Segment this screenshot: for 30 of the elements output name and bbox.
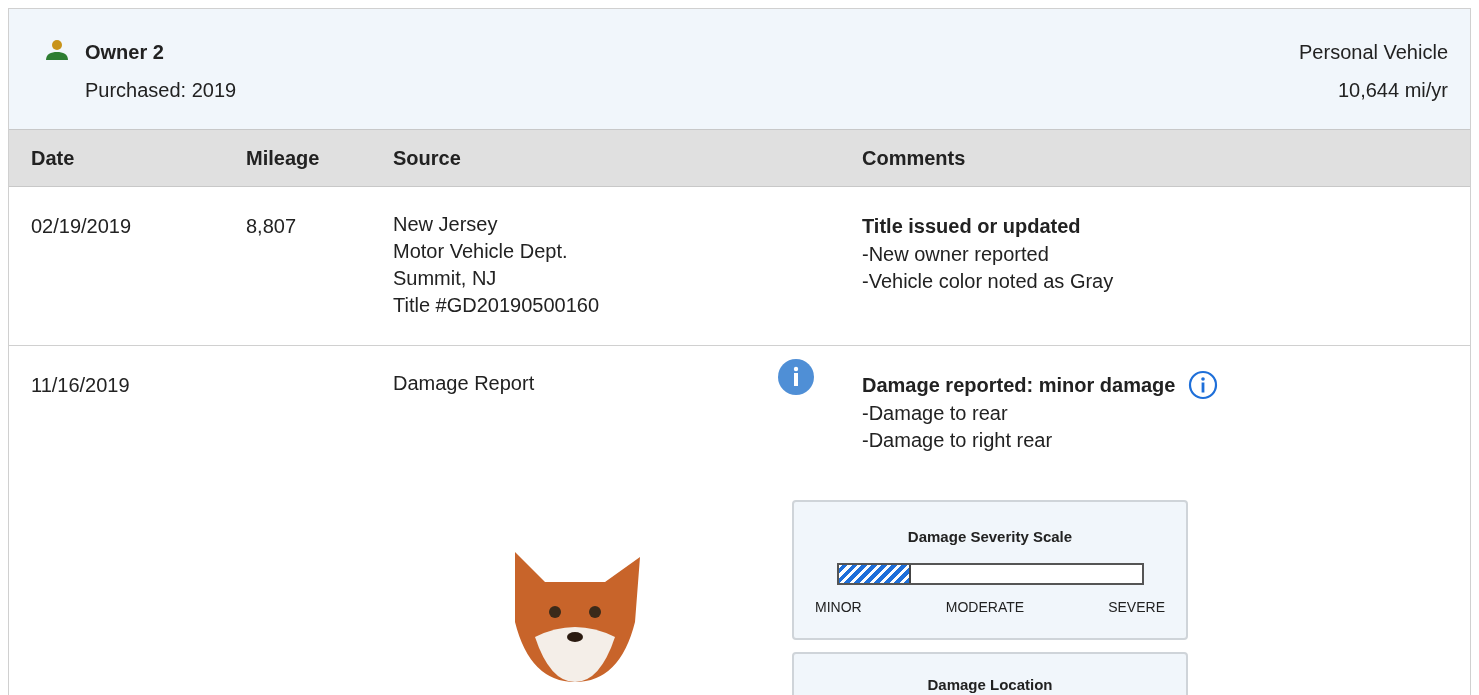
table-cell-text: 02/19/2019: [31, 214, 133, 239]
column-header: Comments: [862, 146, 967, 171]
source-line: Summit, NJ: [393, 266, 498, 291]
table-cell-text: 11/16/2019: [31, 373, 131, 398]
owner-name: Owner 2: [85, 40, 165, 65]
card-title: Damage Location: [927, 674, 1053, 695]
comment-detail: -New owner reported: [862, 242, 1050, 267]
card-title: Damage Severity Scale: [907, 527, 1073, 547]
info-icon[interactable]: [1188, 370, 1219, 400]
scale-label: MODERATE: [945, 597, 1025, 617]
source-line: Title #GD20190500160: [393, 293, 600, 318]
source-line: Damage Report: [393, 371, 535, 396]
comment-detail: -Damage to right rear: [862, 428, 1054, 453]
column-header: Mileage: [246, 146, 321, 171]
source-line: Motor Vehicle Dept.: [393, 239, 569, 264]
table-cell-text: 8,807: [246, 214, 298, 239]
scale-label: MINOR: [815, 597, 862, 617]
purchase-year: Purchased: 2019: [85, 78, 237, 103]
comment-title: Title issued or updated: [862, 214, 1081, 239]
annual-mileage: 10,644 mi/yr: [1337, 78, 1448, 103]
info-icon[interactable]: [777, 358, 815, 396]
column-header: Date: [31, 146, 76, 171]
scale-label: SEVERE: [1108, 597, 1165, 617]
vehicle-use: Personal Vehicle: [1299, 40, 1448, 65]
comment-title: Damage reported: minor damage: [862, 373, 1176, 398]
comment-detail: -Vehicle color noted as Gray: [862, 269, 1115, 294]
source-line: New Jersey: [393, 212, 499, 237]
column-header: Source: [393, 146, 462, 171]
person-icon: [45, 39, 69, 61]
comment-detail: -Damage to rear: [862, 401, 1009, 426]
